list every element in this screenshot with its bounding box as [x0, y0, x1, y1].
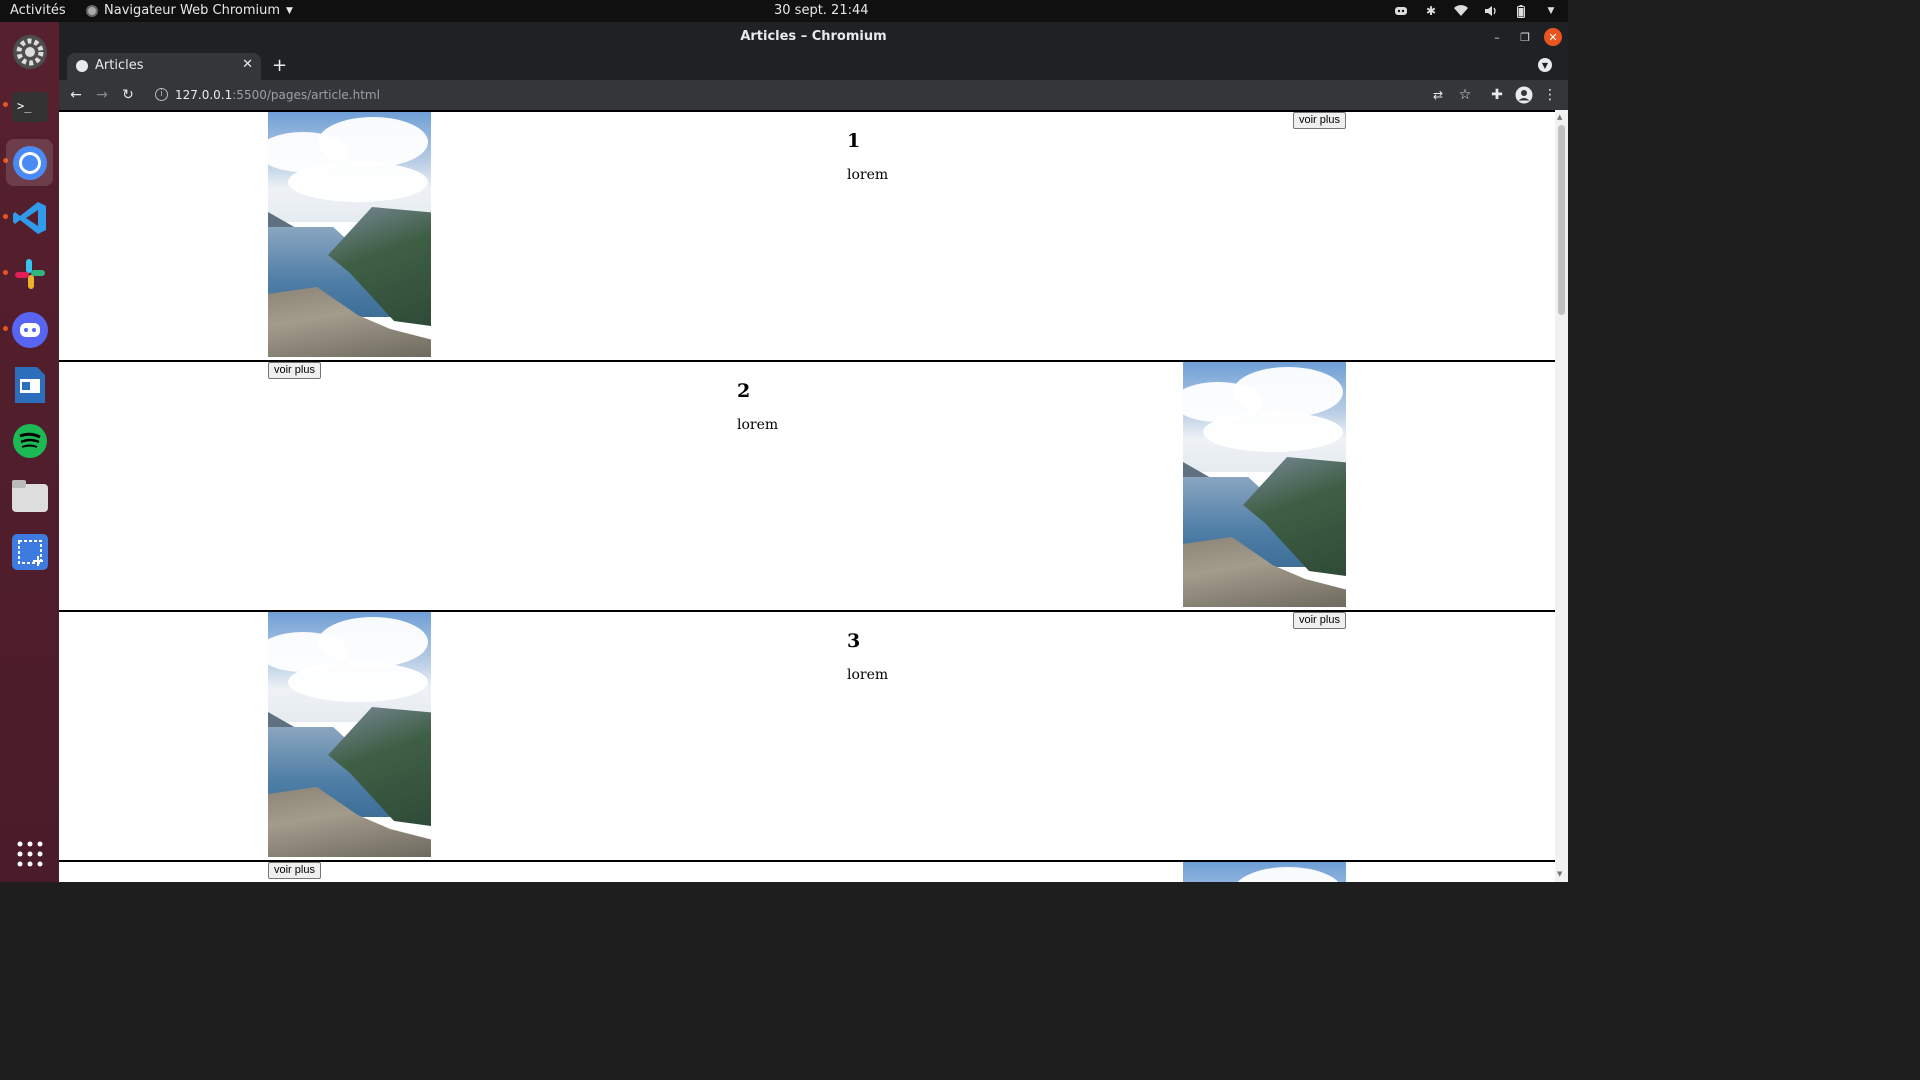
discord-tray-icon[interactable] — [1394, 4, 1408, 18]
battery-icon[interactable] — [1514, 4, 1528, 18]
clock[interactable]: 30 sept. 21:44 — [774, 3, 869, 18]
system-menu-chevron-icon[interactable]: ▼ — [1544, 4, 1558, 18]
tab-strip: Articles ✕ + ▼ — [59, 52, 1568, 80]
page-viewport[interactable]: 1 lorem voir plus voir plus 2 lorem 3 lo… — [59, 110, 1555, 882]
translate-icon[interactable]: ⇄ — [1429, 86, 1447, 104]
window-title: Articles – Chromium — [740, 29, 887, 44]
article-text: lorem — [737, 417, 779, 433]
site-info-icon[interactable]: i — [155, 88, 168, 101]
fjord-photo — [268, 612, 431, 857]
new-tab-icon[interactable]: + — [272, 55, 287, 76]
article-card: 3 lorem voir plus — [59, 612, 1555, 862]
maximize-icon[interactable]: ❐ — [1516, 28, 1534, 46]
volume-icon[interactable] — [1484, 4, 1498, 18]
scrollbar-thumb[interactable] — [1558, 125, 1565, 315]
browser-menu-icon[interactable]: ⋮ — [1541, 86, 1559, 104]
close-window-icon[interactable]: ✕ — [1544, 28, 1562, 46]
ubuntu-dock: >_ — [0, 22, 59, 882]
tab-label: Articles — [95, 58, 144, 73]
spotify-icon[interactable] — [6, 417, 53, 464]
vscode-icon[interactable] — [6, 194, 53, 241]
chromium-icon[interactable] — [6, 139, 53, 186]
article-text: lorem — [847, 167, 889, 183]
voir-plus-button[interactable]: voir plus — [268, 862, 321, 879]
activities-button[interactable]: Activités — [10, 3, 66, 18]
slack-tray-icon[interactable]: ✱ — [1424, 4, 1438, 18]
chromium-small-icon — [86, 4, 98, 17]
article-text: lorem — [847, 667, 889, 683]
bookmark-star-icon[interactable]: ☆ — [1456, 86, 1474, 104]
writer-icon[interactable] — [6, 361, 53, 408]
page-scrollbar[interactable]: ▲ ▼ — [1555, 110, 1568, 882]
fjord-photo — [1183, 862, 1346, 882]
article-card: voir plus — [59, 862, 1555, 882]
app-menu-label: Navigateur Web Chromium — [104, 3, 281, 18]
scroll-up-icon[interactable]: ▲ — [1557, 113, 1562, 121]
voir-plus-button[interactable]: voir plus — [268, 362, 321, 379]
voir-plus-button[interactable]: voir plus — [1293, 112, 1346, 129]
tab-search-icon[interactable]: ▼ — [1538, 58, 1552, 72]
slack-icon[interactable] — [6, 250, 53, 297]
svg-text:>_: >_ — [17, 99, 32, 113]
screenshot-icon[interactable] — [6, 528, 53, 575]
app-grid-icon[interactable] — [6, 830, 53, 877]
tab-articles[interactable]: Articles ✕ — [67, 53, 261, 80]
system-tray[interactable]: ✱ ▼ — [1394, 4, 1558, 18]
fjord-photo — [1183, 362, 1346, 607]
back-icon[interactable]: ← — [67, 86, 85, 104]
article-card: voir plus 2 lorem — [59, 362, 1555, 612]
article-title: 1 — [847, 130, 861, 152]
discord-icon[interactable] — [6, 306, 53, 353]
app-menu[interactable]: Navigateur Web Chromium ▼ — [86, 3, 293, 18]
voir-plus-button[interactable]: voir plus — [1293, 612, 1346, 629]
url-text[interactable]: 127.0.0.1:5500/pages/article.html — [175, 88, 380, 102]
close-tab-icon[interactable]: ✕ — [242, 57, 253, 72]
wifi-icon[interactable] — [1454, 4, 1468, 18]
terminal-icon[interactable]: >_ — [6, 83, 53, 130]
fjord-photo — [268, 112, 431, 357]
globe-icon — [76, 60, 88, 72]
address-bar[interactable]: i 127.0.0.1:5500/pages/article.html — [147, 83, 1447, 107]
article-card: 1 lorem voir plus — [59, 112, 1555, 362]
chevron-down-icon: ▼ — [286, 5, 293, 16]
forward-icon[interactable]: → — [93, 86, 111, 104]
reload-icon[interactable]: ↻ — [119, 86, 137, 104]
minimize-icon[interactable]: – — [1488, 28, 1506, 46]
profile-avatar-icon[interactable] — [1515, 86, 1533, 104]
extensions-icon[interactable]: ✚ — [1488, 86, 1506, 104]
gnome-top-bar: Activités Navigateur Web Chromium ▼ 30 s… — [0, 0, 1568, 22]
settings-icon[interactable] — [6, 28, 53, 75]
window-titlebar[interactable]: Articles – Chromium – ❐ ✕ — [59, 22, 1568, 52]
files-icon[interactable] — [6, 472, 53, 519]
article-title: 3 — [847, 630, 861, 652]
article-title: 2 — [737, 380, 751, 402]
browser-toolbar: ← → ↻ i 127.0.0.1:5500/pages/article.htm… — [59, 80, 1568, 110]
scroll-down-icon[interactable]: ▼ — [1557, 870, 1562, 878]
